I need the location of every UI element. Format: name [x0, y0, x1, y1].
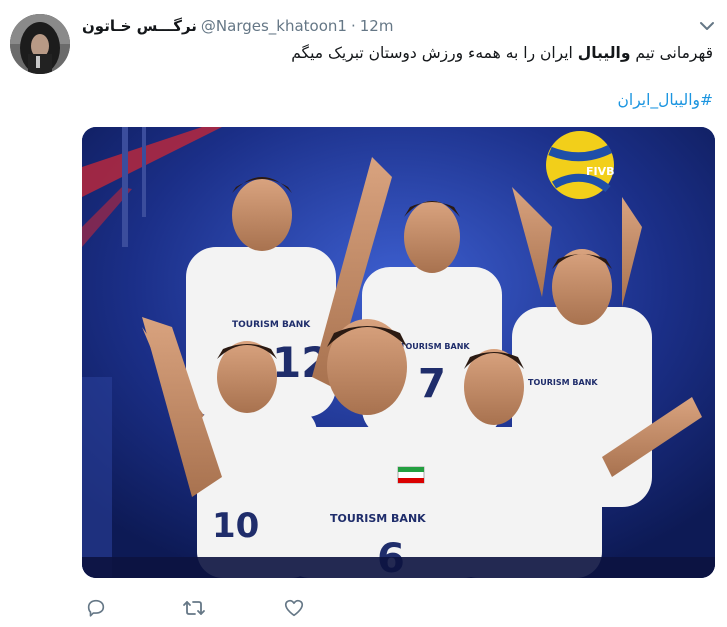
avatar-image: [10, 14, 70, 74]
svg-text:TOURISM BANK: TOURISM BANK: [528, 378, 598, 387]
svg-text:7: 7: [418, 361, 446, 407]
tweet-text-part-1: قهرمانی تیم: [630, 44, 713, 62]
volleyball-team-photo: FIVB 12 TOURISM BANK 7 TOURISM BANK TOUR…: [82, 127, 715, 578]
hashtag-link[interactable]: #والیبال_ایران: [618, 91, 713, 109]
tweet-header: نرگـــس خـاتون @Narges_khatoon1 · 12m: [82, 14, 393, 38]
heart-icon[interactable]: [282, 596, 306, 620]
svg-text:TOURISM BANK: TOURISM BANK: [232, 320, 311, 330]
jersey-sponsor: TOURISM BANK: [330, 512, 426, 525]
tweet-text-bold: والیبال: [577, 44, 631, 62]
tweet[interactable]: نرگـــس خـاتون @Narges_khatoon1 · 12m قه…: [0, 0, 727, 627]
volleyball: FIVB: [546, 131, 615, 199]
reply-icon[interactable]: [84, 596, 108, 620]
retweet-icon[interactable]: [182, 596, 206, 620]
avatar[interactable]: [10, 14, 70, 74]
display-name[interactable]: نرگـــس خـاتون: [82, 17, 197, 35]
timestamp[interactable]: 12m: [360, 17, 394, 35]
tweet-actions: [84, 594, 304, 622]
svg-text:10: 10: [212, 506, 259, 546]
tweet-media-image[interactable]: FIVB 12 TOURISM BANK 7 TOURISM BANK TOUR…: [82, 127, 715, 578]
svg-text:FIVB: FIVB: [586, 165, 615, 178]
tweet-text: قهرمانی تیم والیبال ایران را به همهء ورز…: [291, 42, 713, 64]
handle[interactable]: @Narges_khatoon1: [201, 17, 347, 35]
tweet-text-part-2: ایران را به همهء ورزش دوستان تبریک میگم: [291, 44, 578, 62]
chevron-down-icon[interactable]: [699, 18, 715, 32]
svg-text:TOURISM BANK: TOURISM BANK: [400, 342, 470, 351]
separator: ·: [350, 17, 356, 35]
